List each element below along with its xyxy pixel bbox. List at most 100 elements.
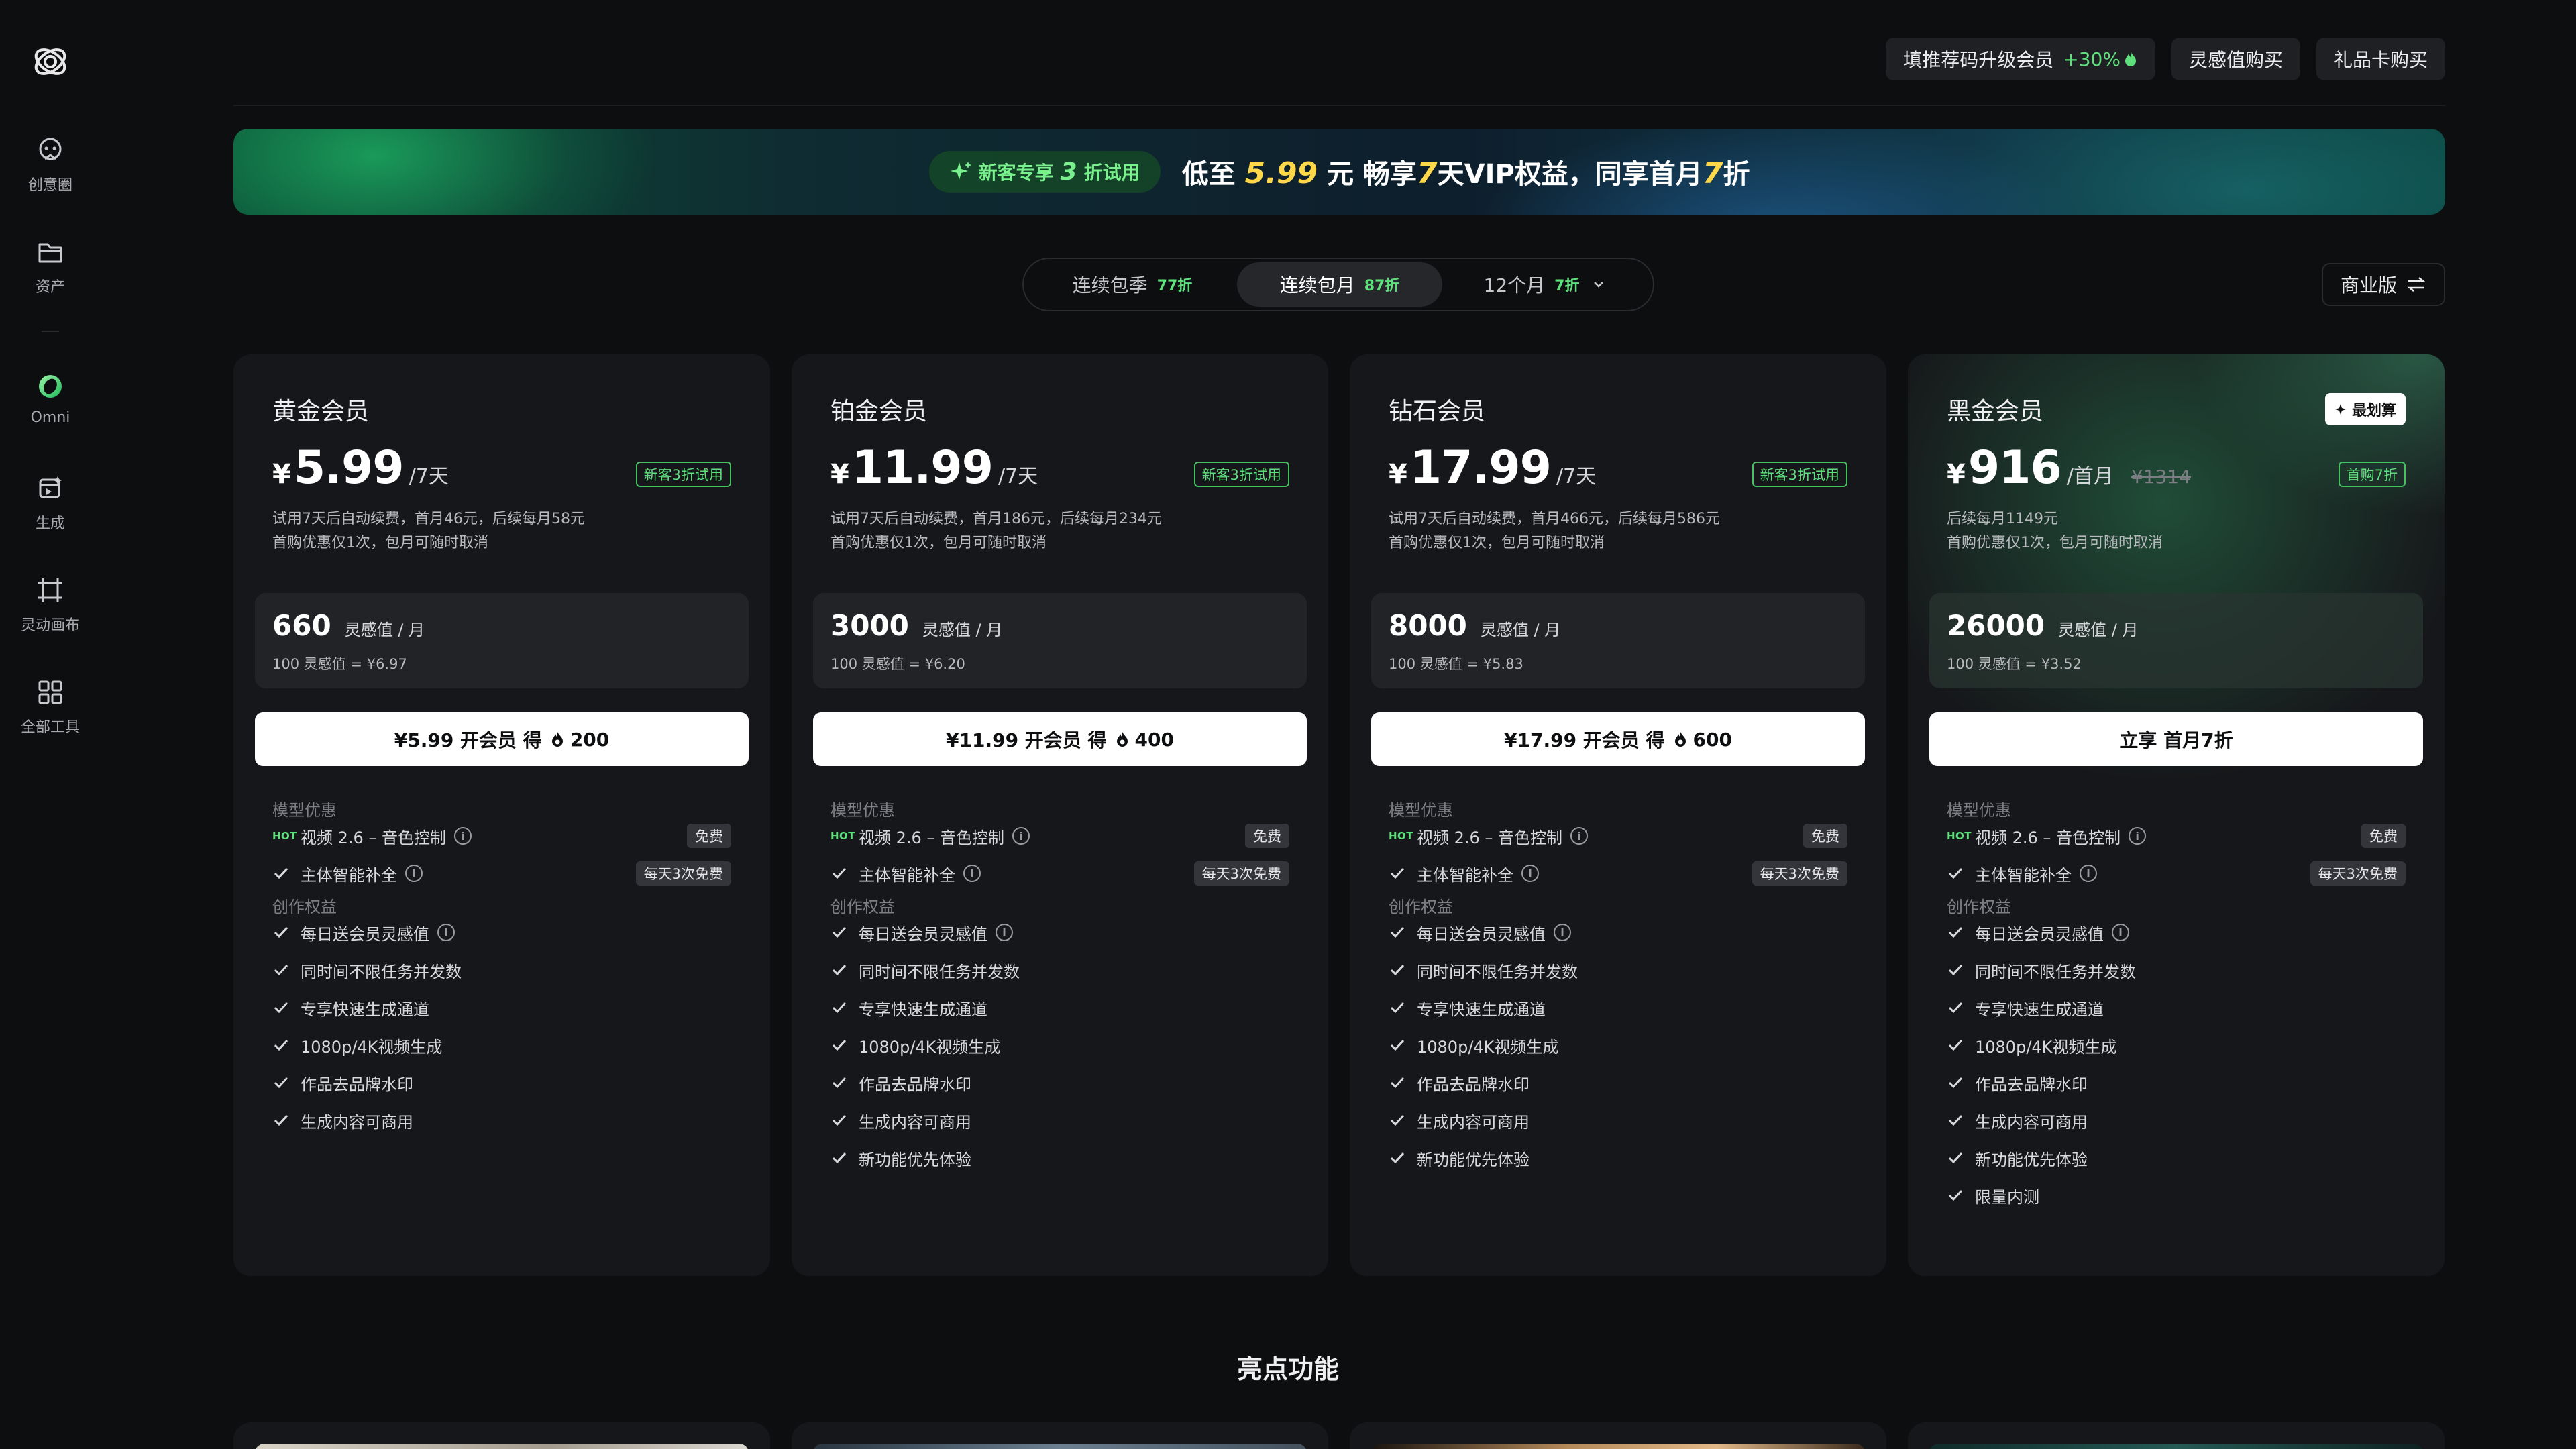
renewal-note: 试用7天后自动续费，首月186元，后续每月234元 [830, 511, 1162, 527]
banner-days: 7 [1417, 156, 1438, 191]
credit-rate: 100 灵感值 = ¥5.83 [1389, 656, 1523, 672]
feature-label: 视频 2.6 – 音色控制 [1975, 828, 2121, 847]
credit-unit: 灵感值 / 月 [922, 621, 1003, 639]
feature-label: 作品去品牌水印 [1417, 1075, 1529, 1094]
section-label-model: 模型优惠 [1947, 801, 2011, 820]
price-value: 17.99 [1409, 441, 1552, 494]
tag-suffix: 折试用 [1083, 162, 1140, 184]
business-version-toggle[interactable]: 商业版 [2321, 263, 2445, 306]
app-logo-icon[interactable] [30, 42, 70, 82]
info-icon[interactable]: i [1570, 827, 1589, 845]
check-icon [830, 1112, 859, 1129]
feature-item: 1080p/4K视频生成 [1947, 1032, 2406, 1059]
feature-tag: 每天3次免费 [1193, 861, 1289, 885]
info-icon[interactable]: i [963, 865, 981, 882]
hot-label: HOT [1389, 830, 1414, 842]
feature-label: 视频 2.6 – 音色控制 [301, 828, 447, 847]
feature-item: HOT 视频 2.6 – 音色控制 i 免费 [830, 822, 1289, 849]
feature-tag: 每天3次免费 [2310, 861, 2406, 885]
sidebar-item-community[interactable]: 创意圈 [0, 134, 101, 195]
credit-amount: 3000 [830, 609, 909, 642]
plan-card-diamond: 钻石会员 ¥ 17.99 /7天 新客3折试用 试用7天后自动续费，首月466元… [1350, 354, 1886, 1276]
chevron-down-icon [1594, 282, 1604, 288]
sidebar-item-generate[interactable]: 生成 [0, 472, 101, 533]
sidebar-item-omni[interactable]: Omni [0, 370, 101, 426]
feature-label: 1080p/4K视频生成 [301, 1037, 443, 1057]
referral-code-button[interactable]: 填推荐码升级会员 +30% [1886, 38, 2155, 80]
info-icon[interactable]: i [1521, 865, 1539, 882]
feature-label: 同时间不限任务并发数 [1417, 962, 1578, 981]
feature-item: 1080p/4K视频生成 [272, 1032, 731, 1059]
sidebar-item-canvas[interactable]: 灵动画布 [0, 574, 101, 635]
sidebar-divider [42, 331, 59, 332]
section-label-model: 模型优惠 [1389, 801, 1453, 820]
info-icon[interactable]: i [454, 827, 472, 845]
feature-item: HOT 视频 2.6 – 音色控制 i 免费 [272, 822, 731, 849]
feature-item: 新功能优先体验 [830, 1144, 1289, 1171]
info-icon[interactable]: i [405, 865, 423, 882]
feature-thumbnail[interactable] [1350, 1422, 1886, 1449]
discount-badge: 首购7折 [2338, 462, 2406, 487]
flame-icon [2125, 52, 2136, 66]
plan-card-platinum: 铂金会员 ¥ 11.99 /7天 新客3折试用 试用7天后自动续费，首月186元… [792, 354, 1328, 1276]
check-icon [272, 1074, 301, 1091]
info-icon[interactable]: i [437, 924, 455, 941]
check-icon [1389, 961, 1417, 979]
subscribe-button[interactable]: 立享 首月7折 [1929, 712, 2423, 766]
subscribe-button[interactable]: ¥5.99 开会员 得 200 [255, 712, 749, 766]
check-icon [1389, 999, 1417, 1016]
buy-credits-button[interactable]: 灵感值购买 [2171, 38, 2300, 80]
info-icon[interactable]: i [1012, 827, 1030, 845]
check-icon [830, 1074, 859, 1091]
flame-icon [551, 732, 563, 747]
info-icon[interactable]: i [2080, 865, 2097, 882]
check-icon [1947, 1036, 1975, 1054]
buy-giftcard-button[interactable]: 礼品卡购买 [2316, 38, 2445, 80]
check-icon [272, 865, 301, 882]
price-value: 5.99 [293, 441, 405, 494]
feature-item: 专享快速生成通道 [830, 994, 1289, 1021]
tab-quarterly[interactable]: 连续包季 77折 [1028, 262, 1237, 307]
feature-label: 新功能优先体验 [1975, 1150, 2088, 1169]
feature-item: 新功能优先体验 [1947, 1144, 2406, 1171]
monthly-credits: 8000 灵感值 / 月 100 灵感值 = ¥5.83 [1371, 593, 1865, 688]
billing-period-switch: 连续包季 77折 连续包月 87折 12个月 7折 [1022, 258, 1654, 311]
sidebar-item-label: 创意圈 [28, 177, 72, 194]
check-icon [1947, 865, 1975, 882]
feature-thumbnail[interactable] [233, 1422, 770, 1449]
renewal-note: 试用7天后自动续费，首月46元，后续每月58元 [272, 511, 585, 527]
banner-text-2: 元 畅享 [1327, 159, 1417, 190]
tab-label: 连续包月 [1279, 274, 1355, 297]
feature-label: 同时间不限任务并发数 [301, 962, 462, 981]
check-icon [1947, 1074, 1975, 1091]
feature-thumbnail[interactable] [1908, 1422, 2445, 1449]
credit-rate: 100 灵感值 = ¥3.52 [1947, 656, 2082, 672]
best-value-badge: 最划算 [2324, 393, 2406, 425]
sidebar-item-label: 灵动画布 [20, 617, 80, 634]
subscribe-button[interactable]: ¥11.99 开会员 得 400 [813, 712, 1307, 766]
feature-thumbnail[interactable] [792, 1422, 1328, 1449]
info-icon[interactable]: i [996, 924, 1013, 941]
sidebar-item-all-tools[interactable]: 全部工具 [0, 676, 101, 737]
price-unit: /7天 [1556, 465, 1597, 488]
feature-item: 生成内容可商用 [1389, 1107, 1847, 1134]
feature-item: 同时间不限任务并发数 [1947, 957, 2406, 983]
check-icon [830, 961, 859, 979]
tab-12-months-dropdown[interactable]: 12个月 7折 [1442, 262, 1648, 307]
plan-card-black-gold: 黑金会员 最划算 ¥ 916 /首月 ¥1314 首购7折 后续每月1149元 首… [1908, 354, 2445, 1276]
info-icon[interactable]: i [1554, 924, 1571, 941]
feature-item: 专享快速生成通道 [1389, 994, 1847, 1021]
promo-banner[interactable]: 新客专享 3 折试用 低至 5.99 元 畅享7天VIP权益，同享首月7折 [233, 129, 2445, 215]
tab-discount: 77折 [1157, 278, 1193, 294]
grid-icon [34, 676, 66, 708]
info-icon[interactable]: i [2112, 924, 2129, 941]
info-icon[interactable]: i [2129, 827, 2147, 845]
feature-label: 限量内测 [1975, 1187, 2039, 1207]
sidebar-item-assets[interactable]: 资产 [0, 236, 101, 297]
check-icon [1389, 1149, 1417, 1167]
check-icon [1947, 924, 1975, 941]
subscribe-button[interactable]: ¥17.99 开会员 得 600 [1371, 712, 1865, 766]
tab-monthly[interactable]: 连续包月 87折 [1237, 262, 1442, 307]
folder-icon [34, 236, 66, 268]
subscribe-label: ¥11.99 开会员 得 [946, 729, 1107, 751]
